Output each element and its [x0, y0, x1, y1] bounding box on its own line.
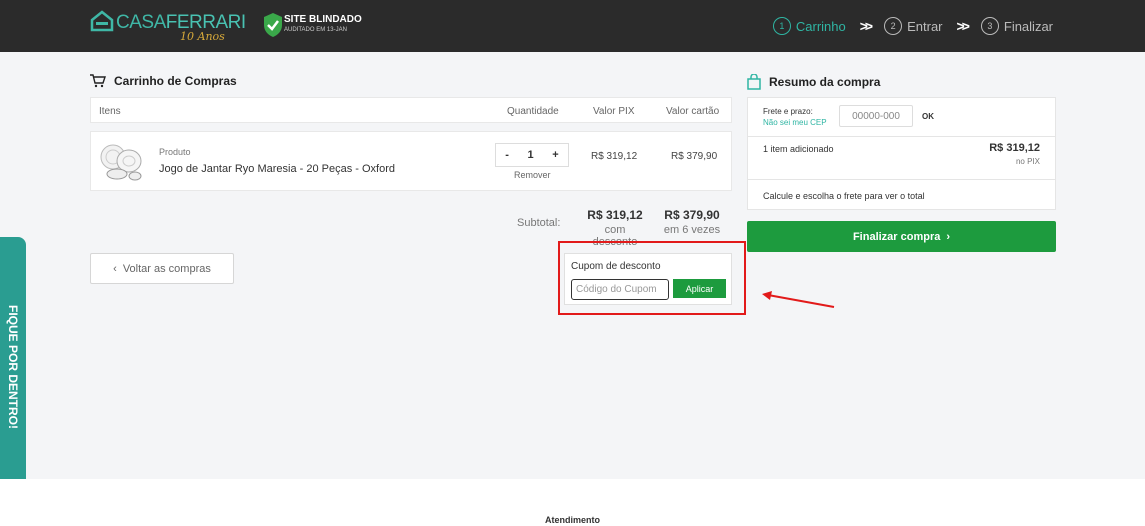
- chevron-double-right-icon: >>: [859, 18, 873, 34]
- subtotal-card-note: em 6 vezes: [663, 224, 721, 236]
- seal-title: SITE BLINDADO: [284, 14, 362, 25]
- cart-heading: Carrinho de Compras: [90, 74, 237, 88]
- logo-anniversary: 10 Anos: [180, 30, 225, 43]
- subtotal-card-value: R$ 379,90: [664, 208, 720, 222]
- shopping-bag-icon: [747, 74, 761, 90]
- casa-ferrari-logo[interactable]: CASAFERRARI 10 Anos: [90, 8, 246, 46]
- divider: [748, 136, 1055, 137]
- step-entrar[interactable]: 2 Entrar: [884, 17, 943, 35]
- step-finalizar[interactable]: 3 Finalizar: [980, 17, 1053, 35]
- step-number: 3: [980, 17, 999, 35]
- cart-table: Itens Quantidade Valor PIX Valor cartão …: [90, 97, 732, 191]
- finalize-purchase-button[interactable]: Finalizar compra ›: [747, 221, 1056, 252]
- cep-ok-button[interactable]: OK: [922, 112, 934, 121]
- summary-title: Resumo da compra: [769, 75, 881, 89]
- chevron-left-icon: ‹: [113, 262, 117, 275]
- footer-section-title: Atendimento: [545, 515, 600, 525]
- quantity-stepper: - 1 +: [495, 143, 569, 167]
- step-label: Carrinho: [795, 18, 846, 34]
- item-price-pix: R$ 319,12: [591, 151, 638, 162]
- chevron-right-icon: ›: [946, 230, 951, 243]
- col-quantity: Quantidade: [507, 106, 559, 117]
- product-image[interactable]: [99, 141, 143, 181]
- divider: [748, 179, 1055, 180]
- seal-subtitle: AUDITADO EM 13-JAN: [284, 27, 347, 33]
- subtotal-card: R$ 379,90 em 6 vezes: [662, 208, 722, 236]
- cep-input[interactable]: [839, 105, 913, 127]
- shield-check-icon: [264, 13, 282, 37]
- shopping-cart-icon: [90, 74, 106, 88]
- product-kind-label: Produto: [159, 147, 191, 157]
- table-row: Produto Jogo de Jantar Ryo Maresia - 20 …: [90, 131, 732, 191]
- coupon-code-input[interactable]: [571, 279, 669, 300]
- step-number: 1: [772, 17, 791, 35]
- items-added-text: 1 item adicionado: [763, 144, 834, 154]
- shipping-note: Calcule e escolha o frete para ver o tot…: [763, 191, 925, 201]
- side-tab-label: FIQUE POR DENTRO!: [6, 304, 20, 430]
- summary-heading: Resumo da compra: [747, 74, 880, 90]
- product-name[interactable]: Jogo de Jantar Ryo Maresia - 20 Peças - …: [159, 163, 395, 175]
- chevron-double-right-icon: >>: [956, 18, 970, 34]
- subtotal-label: Subtotal:: [517, 217, 561, 229]
- house-logo-icon: [90, 10, 114, 32]
- back-button-label: Voltar as compras: [122, 262, 211, 275]
- col-items: Itens: [99, 106, 121, 117]
- shipping-label: Frete e prazo:: [763, 107, 813, 116]
- subtotal-pix-value: R$ 319,12: [587, 208, 643, 222]
- top-header: CASAFERRARI 10 Anos SITE BLINDADO AUDITA…: [0, 0, 1145, 52]
- cart-table-header: Itens Quantidade Valor PIX Valor cartão: [90, 97, 732, 123]
- increase-quantity-button[interactable]: +: [552, 149, 558, 161]
- step-label: Finalizar: [1003, 18, 1053, 34]
- cart-title: Carrinho de Compras: [114, 74, 237, 88]
- site-blindado-seal[interactable]: SITE BLINDADO AUDITADO EM 13-JAN: [262, 12, 362, 38]
- finalize-label: Finalizar compra: [852, 230, 941, 243]
- quantity-value: 1: [527, 149, 534, 161]
- back-to-shopping-button[interactable]: ‹ Voltar as compras: [90, 253, 234, 284]
- newsletter-side-tab[interactable]: FIQUE POR DENTRO!: [0, 237, 26, 497]
- coupon-panel: Cupom de desconto Aplicar: [564, 253, 732, 305]
- decrease-quantity-button[interactable]: -: [505, 149, 509, 161]
- item-price-card: R$ 379,90: [671, 151, 718, 162]
- summary-total-note: no PIX: [1015, 157, 1040, 166]
- find-cep-link[interactable]: Não sei meu CEP: [763, 118, 827, 127]
- step-number: 2: [884, 17, 903, 35]
- step-carrinho[interactable]: 1 Carrinho: [772, 17, 846, 35]
- apply-coupon-button[interactable]: Aplicar: [673, 279, 726, 298]
- coupon-label: Cupom de desconto: [571, 261, 661, 272]
- remove-item-link[interactable]: Remover: [514, 170, 551, 180]
- footer: Atendimento: [0, 479, 1145, 526]
- col-card: Valor cartão: [666, 106, 720, 117]
- step-label: Entrar: [907, 18, 943, 34]
- col-pix: Valor PIX: [593, 106, 635, 117]
- red-arrow-annotation: [762, 291, 835, 308]
- summary-total: R$ 319,12: [989, 142, 1040, 154]
- checkout-steps: 1 Carrinho >> 2 Entrar >> 3 Finalizar: [772, 14, 1053, 38]
- summary-panel: Frete e prazo: Não sei meu CEP OK 1 item…: [747, 97, 1056, 210]
